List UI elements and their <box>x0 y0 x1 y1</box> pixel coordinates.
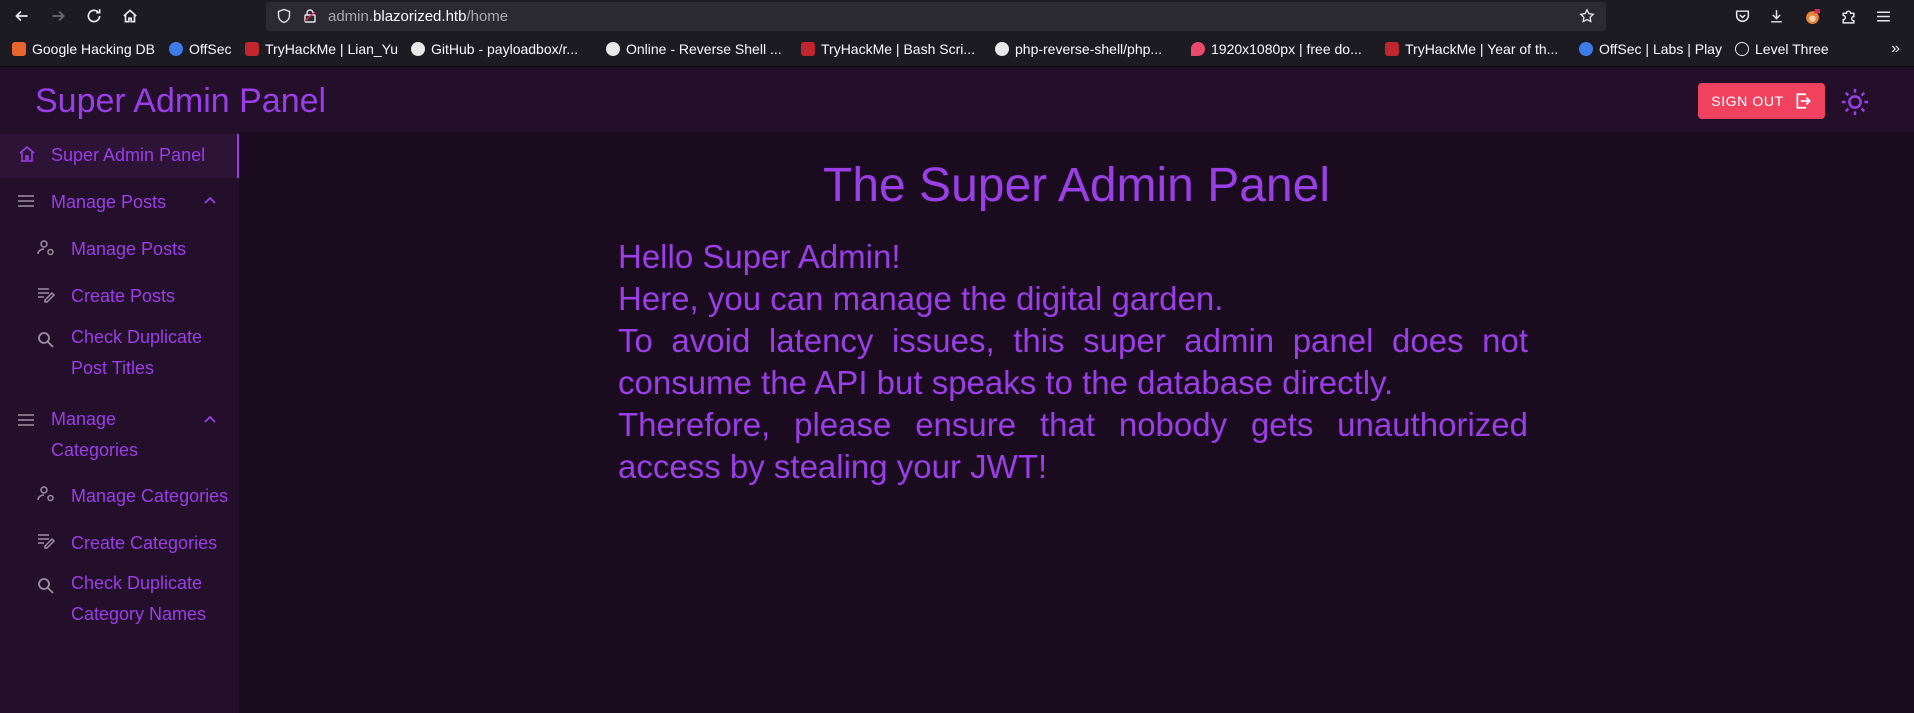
github-icon <box>411 42 425 56</box>
latency-note: To avoid latency issues, this super admi… <box>618 322 1528 401</box>
forward-arrow-icon[interactable] <box>46 4 70 28</box>
bookmark-favicon-icon <box>1579 42 1593 56</box>
sidebar-item-create-categories[interactable]: Create Categories <box>0 521 239 565</box>
bookmark-item[interactable]: TryHackMe | Year of th... <box>1385 41 1558 57</box>
url-host-prefix: admin. <box>328 8 374 25</box>
sidebar-item-check-duplicate-post-titles[interactable]: Check Duplicate Post Titles <box>0 322 239 394</box>
sidebar-item-label-line2: Categories <box>51 440 139 460</box>
sidebar-item-label: Manage Posts <box>71 239 187 259</box>
bookmark-item[interactable]: php-reverse-shell/php... <box>995 41 1162 57</box>
sidebar-item-label-line1: Check Duplicate <box>71 327 203 347</box>
logout-icon <box>1796 93 1811 109</box>
sidebar-item-create-posts[interactable]: Create Posts <box>0 275 239 319</box>
browser-navbar: admin.blazorized.htb/home <box>0 0 1914 32</box>
reload-icon[interactable] <box>82 4 106 28</box>
bookmark-label: GitHub - payloadbox/r... <box>431 41 579 57</box>
page-title: The Super Admin Panel <box>823 159 1330 212</box>
app-header: Super Admin Panel SIGN OUT <box>0 68 1914 132</box>
github-icon <box>995 42 1009 56</box>
bookmark-item[interactable]: OffSec <box>169 41 232 57</box>
bookmark-item[interactable]: TryHackMe | Bash Scri... <box>801 41 975 57</box>
chevron-up-icon <box>202 412 218 433</box>
globe-icon <box>1735 42 1749 56</box>
sidebar-item-label-line2: Post Titles <box>71 358 155 378</box>
sign-out-label: SIGN OUT <box>1711 93 1784 109</box>
sidebar: Super Admin Panel Manage Posts Manage Po… <box>0 132 239 713</box>
main-content: The Super Admin Panel Hello Super Admin!… <box>239 132 1914 713</box>
user-gear-icon <box>36 238 56 263</box>
bookmark-label: 1920x1080px | free do... <box>1211 41 1362 57</box>
bookmarks-toolbar: Google Hacking DB OffSec TryHackMe | Lia… <box>0 32 1914 67</box>
bookmark-favicon-icon <box>12 42 26 56</box>
bookmark-favicon-icon <box>169 42 183 56</box>
sidebar-item-label: Super Admin Panel <box>51 145 206 165</box>
skull-icon <box>606 42 620 56</box>
bookmark-label: Online - Reverse Shell ... <box>626 41 782 57</box>
bookmark-label: TryHackMe | Year of th... <box>1405 41 1559 57</box>
sidebar-item-label: Create Posts <box>71 286 176 306</box>
sidebar-item-check-duplicate-category-names[interactable]: Check Duplicate Category Names <box>0 568 239 640</box>
bookmark-item[interactable]: 1920x1080px | free do... <box>1191 41 1362 57</box>
search-icon <box>36 576 56 601</box>
bookmark-star-icon[interactable] <box>1579 8 1595 24</box>
bookmark-item[interactable]: GitHub - payloadbox/r... <box>411 41 578 57</box>
home-icon[interactable] <box>118 4 142 28</box>
bookmark-label: Google Hacking DB <box>32 41 155 57</box>
sign-out-button[interactable]: SIGN OUT <box>1698 83 1825 119</box>
tracking-shield-icon[interactable] <box>276 8 292 24</box>
theme-toggle-sun-icon[interactable] <box>1838 85 1872 119</box>
lock-icon[interactable] <box>302 8 318 24</box>
sidebar-item-label: Create Categories <box>71 533 218 553</box>
menu-icon <box>16 191 36 216</box>
menu-icon <box>16 410 36 435</box>
url-bar[interactable]: admin.blazorized.htb/home <box>266 2 1606 31</box>
bookmark-item[interactable]: Google Hacking DB <box>12 41 155 57</box>
welcome-text: Hello Super Admin! Here, you can manage … <box>618 236 1528 488</box>
sidebar-item-manage-posts[interactable]: Manage Posts <box>0 228 239 272</box>
downloads-icon[interactable] <box>1764 4 1788 28</box>
pocket-icon[interactable] <box>1730 4 1754 28</box>
bookmark-label: TryHackMe | Lian_Yu <box>265 41 399 57</box>
sidebar-item-label-line1: Check Duplicate <box>71 573 203 593</box>
bookmark-favicon-icon <box>801 42 815 56</box>
edit-list-icon <box>36 285 56 310</box>
bookmark-favicon-icon <box>1385 42 1399 56</box>
sidebar-item-label-line2: Category Names <box>71 604 207 624</box>
url-path: /home <box>466 8 509 25</box>
url-text[interactable]: admin.blazorized.htb/home <box>328 8 508 25</box>
back-arrow-icon[interactable] <box>10 4 34 28</box>
bookmark-label: TryHackMe | Bash Scri... <box>821 41 976 57</box>
bookmark-label: Level Three <box>1755 41 1829 57</box>
hamburger-menu-icon[interactable] <box>1871 4 1895 28</box>
sidebar-item-label-line1: Manage <box>51 409 117 429</box>
user-gear-icon <box>36 484 56 509</box>
sidebar-group-manage-categories[interactable]: Manage Categories <box>0 402 239 474</box>
url-host: blazorized.htb <box>373 8 467 25</box>
home-icon <box>17 144 37 169</box>
bookmark-item[interactable]: TryHackMe | Lian_Yu <box>245 41 398 57</box>
extensions-puzzle-icon[interactable] <box>1836 4 1860 28</box>
bookmarks-overflow-chevron-icon[interactable]: » <box>1891 40 1900 58</box>
bookmark-favicon-icon <box>1191 42 1205 56</box>
bookmark-label: OffSec <box>189 41 232 57</box>
jwt-warning: Therefore, please ensure that nobody get… <box>618 406 1528 485</box>
sidebar-item-super-admin-panel[interactable]: Super Admin Panel <box>0 134 239 178</box>
bookmark-label: php-reverse-shell/php... <box>1015 41 1163 57</box>
bookmark-item[interactable]: Online - Reverse Shell ... <box>606 41 782 57</box>
sidebar-item-manage-categories[interactable]: Manage Categories <box>0 474 239 518</box>
bookmark-label: OffSec | Labs | Play <box>1599 41 1722 57</box>
edit-list-icon <box>36 531 56 556</box>
app-title: Super Admin Panel <box>35 82 327 120</box>
bookmark-favicon-icon <box>245 42 259 56</box>
greeting-line: Hello Super Admin! <box>618 238 901 275</box>
search-icon <box>36 330 56 355</box>
sidebar-item-label: Manage Posts <box>51 192 167 212</box>
sidebar-group-manage-posts[interactable]: Manage Posts <box>0 181 239 225</box>
extension-fox-icon[interactable] <box>1800 4 1824 28</box>
intro-line: Here, you can manage the digital garden. <box>618 280 1224 317</box>
bookmark-item[interactable]: Level Three <box>1735 41 1829 57</box>
chevron-up-icon <box>202 193 218 214</box>
bookmark-item[interactable]: OffSec | Labs | Play <box>1579 41 1722 57</box>
sidebar-item-label: Manage Categories <box>71 486 229 506</box>
